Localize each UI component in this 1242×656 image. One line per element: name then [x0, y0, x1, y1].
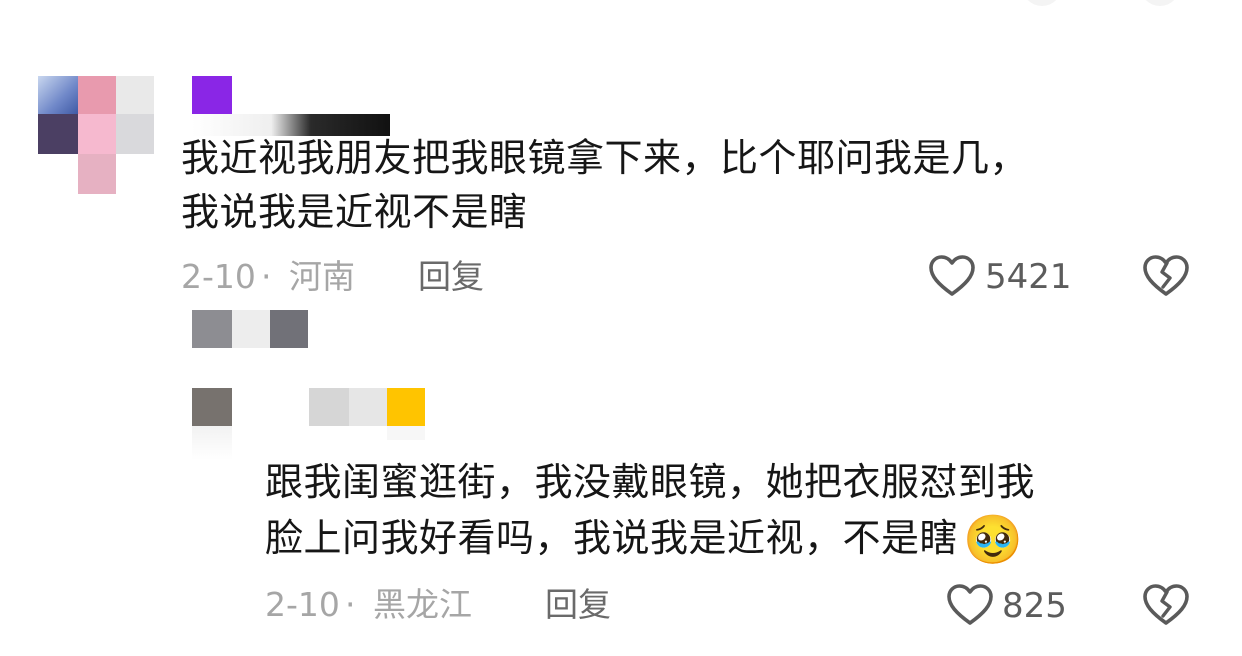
comment-location: 河南: [289, 257, 355, 296]
comment-date: 2-10: [265, 585, 340, 624]
reply-button[interactable]: 回复: [418, 257, 484, 297]
username-mosaic[interactable]: [192, 76, 390, 136]
avatar[interactable]: [38, 76, 158, 196]
broken-heart-icon: [1143, 255, 1189, 296]
avatar[interactable]: [192, 310, 312, 350]
comment-location: 黑龙江: [373, 585, 472, 624]
like-button[interactable]: [928, 254, 976, 298]
comment-text-line2-row: 脸上问我好看吗，我说我是近视，不是瞎 🥹: [265, 514, 1023, 566]
reply-button[interactable]: 回复: [545, 585, 611, 625]
username-mosaic[interactable]: [192, 388, 430, 462]
comment-text-line1: 我近视我朋友把我眼镜拿下来，比个耶问我是几，: [181, 136, 1029, 180]
dislike-button[interactable]: [1142, 254, 1190, 298]
like-count: 5421: [985, 257, 1072, 297]
pleading-face-emoji: 🥹: [963, 512, 1023, 568]
heart-outline-icon: [929, 255, 975, 296]
comment-text-line1: 跟我闺蜜逛街，我没戴眼镜，她把衣服怼到我: [265, 460, 1036, 504]
meta-separator: ·: [261, 257, 272, 296]
comment-date: 2-10: [181, 257, 256, 296]
heart-outline-icon: [947, 584, 993, 625]
broken-heart-icon: [1143, 584, 1189, 625]
top-cropped-element-left: [1022, 0, 1062, 6]
like-button[interactable]: [946, 583, 994, 627]
top-cropped-element-right: [1140, 0, 1180, 6]
comment-text-line2: 脸上问我好看吗，我说我是近视，不是瞎: [265, 516, 959, 560]
like-count: 825: [1002, 586, 1067, 626]
dislike-button[interactable]: [1142, 583, 1190, 627]
meta-separator: ·: [345, 585, 356, 624]
comment-text-line2: 我说我是近视不是瞎: [181, 190, 528, 234]
